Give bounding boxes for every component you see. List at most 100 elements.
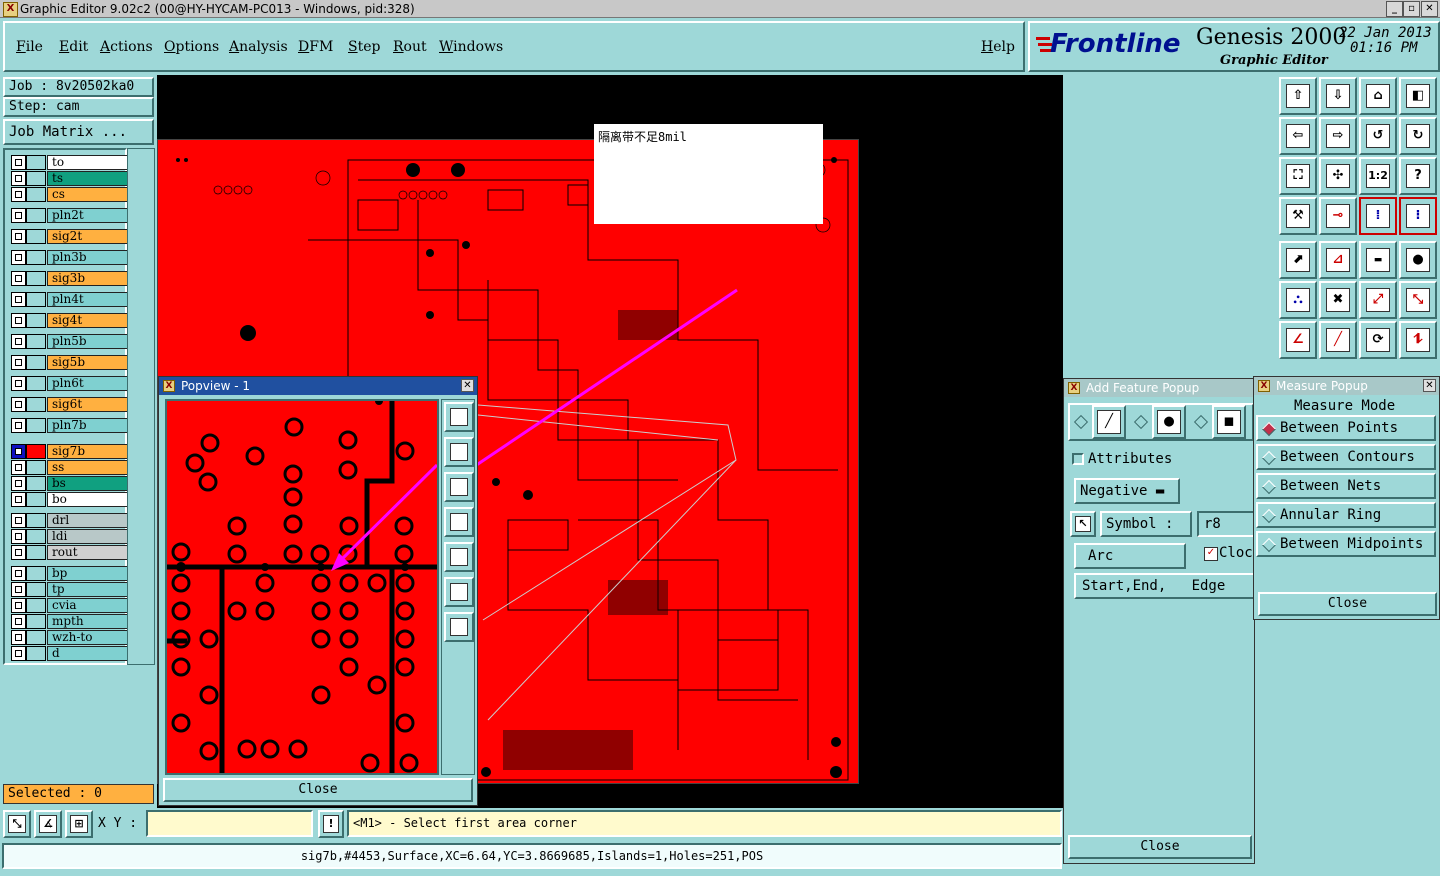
layer-name[interactable]: bs (47, 476, 129, 491)
attributes-checkbox[interactable] (1072, 453, 1084, 465)
layer-name[interactable]: sig2t (47, 229, 129, 244)
close-icon[interactable]: ✕ (461, 379, 474, 392)
layer-name[interactable]: pln5b (47, 334, 129, 349)
layer-checkbox[interactable] (11, 376, 26, 391)
layer-checkbox[interactable] (11, 529, 26, 544)
menu-dfm[interactable]: DFM (298, 39, 333, 55)
layer-color-swatch[interactable] (26, 250, 46, 265)
layer-name[interactable]: pln2t (47, 208, 129, 223)
layer-color-swatch[interactable] (26, 582, 46, 597)
zoom-1to2-icon[interactable]: 1:2 (1359, 157, 1397, 195)
layer-checkbox[interactable] (11, 155, 26, 170)
line-feature-icon[interactable]: ╱ (1092, 405, 1126, 439)
menu-windows[interactable]: Windows (439, 39, 503, 55)
pad-select-icon[interactable]: ● (1399, 241, 1437, 279)
layer-color-swatch[interactable] (26, 566, 46, 581)
menu-file[interactable]: File (16, 39, 43, 55)
radio-pad[interactable] (1133, 414, 1149, 430)
layer-name[interactable]: cs (47, 187, 129, 202)
layer-checkbox[interactable] (11, 334, 26, 349)
layer-row-ss[interactable]: ss (11, 460, 129, 475)
layer-color-swatch[interactable] (26, 292, 46, 307)
pad-feature-icon[interactable]: ● (1152, 405, 1186, 439)
layer-row-cs[interactable]: cs (11, 187, 129, 202)
layer-checkbox[interactable] (11, 545, 26, 560)
pan-down-icon[interactable]: ⇩ (1319, 77, 1357, 115)
layer-row-pln5b[interactable]: pln5b (11, 334, 129, 349)
layer-name[interactable]: to (47, 155, 129, 170)
layer-checkbox[interactable] (11, 250, 26, 265)
measure-icon[interactable]: ⊿ (1319, 241, 1357, 279)
menu-rout[interactable]: Rout (393, 39, 427, 55)
layer-name[interactable]: sig7b (47, 444, 129, 459)
symbol-input[interactable]: r8 (1197, 511, 1255, 537)
layer-name[interactable]: pln6t (47, 376, 129, 391)
layer-checkbox[interactable] (11, 598, 26, 613)
layer-row-sig4t[interactable]: sig4t (11, 313, 129, 328)
connect-icon[interactable]: ⛬ (1279, 281, 1317, 319)
zoom-area-icon[interactable]: ⤡ (3, 810, 31, 838)
zoom-in-icon[interactable]: ✣ (1319, 157, 1357, 195)
pan-down-icon[interactable] (444, 472, 474, 502)
undo-view-icon[interactable]: ↺ (1359, 117, 1397, 155)
radio-surface[interactable] (1193, 414, 1209, 430)
grid-icon[interactable]: ⊞ (65, 810, 93, 838)
layer-checkbox[interactable] (11, 513, 26, 528)
layer-checkbox[interactable] (11, 271, 26, 286)
layer-name[interactable]: bo (47, 492, 129, 507)
select-symbol-icon[interactable]: ↖ (1070, 511, 1096, 537)
layer-color-swatch[interactable] (26, 208, 46, 223)
layer-row-drl[interactable]: drl (11, 513, 129, 528)
popview-close-button[interactable]: Close (163, 778, 473, 802)
layer-row-pln3b[interactable]: pln3b (11, 250, 129, 265)
surface-feature-icon[interactable]: ◼ (1212, 405, 1246, 439)
angle-icon[interactable]: ∠ (1279, 321, 1317, 359)
measure-close-button[interactable]: Close (1258, 592, 1437, 616)
layer-row-sig7b[interactable]: sig7b (11, 444, 129, 459)
flip-icon[interactable]: ⥮ (1399, 321, 1437, 359)
layer-checkbox[interactable] (11, 418, 26, 433)
menu-actions[interactable]: Actions (100, 39, 153, 55)
pan-up-icon[interactable] (444, 437, 474, 467)
radio-line[interactable] (1073, 414, 1089, 430)
layer-row-ldi[interactable]: ldi (11, 529, 129, 544)
layer-row-pln7b[interactable]: pln7b (11, 418, 129, 433)
pan-up-icon[interactable]: ⇧ (1279, 77, 1317, 115)
layer-row-sig6t[interactable]: sig6t (11, 397, 129, 412)
close-icon[interactable]: ✕ (1423, 379, 1436, 392)
layer-name[interactable]: ts (47, 171, 129, 186)
zoom-in-icon[interactable] (444, 612, 474, 642)
layer-color-swatch[interactable] (26, 397, 46, 412)
layer-name[interactable]: cvia (47, 598, 129, 613)
add-feature-icon[interactable]: ⬈ (1279, 241, 1317, 279)
layer-color-swatch[interactable] (26, 334, 46, 349)
layer-checkbox[interactable] (11, 614, 26, 629)
layer-color-swatch[interactable] (26, 313, 46, 328)
net-highlight-icon[interactable]: ⁞ (1359, 197, 1397, 235)
option-annular-ring[interactable]: Annular Ring (1256, 502, 1436, 528)
pan-left-icon[interactable]: ⇦ (1279, 117, 1317, 155)
layer-row-tp[interactable]: tp (11, 582, 129, 597)
layer-checkbox[interactable] (11, 444, 26, 459)
layer-color-swatch[interactable] (26, 614, 46, 629)
add-feature-titlebar[interactable]: X Add Feature Popup (1064, 379, 1254, 397)
layer-name[interactable]: mpth (47, 614, 129, 629)
layer-row-d[interactable]: d (11, 646, 129, 661)
info-icon[interactable]: ! (318, 810, 344, 838)
pan-left-icon[interactable] (444, 507, 474, 537)
layer-checkbox[interactable] (11, 492, 26, 507)
option-between-points[interactable]: Between Points (1256, 415, 1436, 441)
clockwise-checkbox[interactable]: ✓ (1204, 547, 1218, 561)
layer-name[interactable]: sig3b (47, 271, 129, 286)
layer-color-swatch[interactable] (26, 630, 46, 645)
layer-name[interactable]: d (47, 646, 129, 661)
job-matrix-button[interactable]: Job Matrix ... (3, 119, 154, 145)
layer-row-sig3b[interactable]: sig3b (11, 271, 129, 286)
zoom-window-icon[interactable] (444, 402, 474, 432)
probe-icon[interactable]: ⊸ (1319, 197, 1357, 235)
minimize-button[interactable]: _ (1386, 1, 1403, 17)
layer-row-bp[interactable]: bp (11, 566, 129, 581)
layer-row-sig5b[interactable]: sig5b (11, 355, 129, 370)
layer-color-swatch[interactable] (26, 187, 46, 202)
menu-options[interactable]: Options (164, 39, 219, 55)
